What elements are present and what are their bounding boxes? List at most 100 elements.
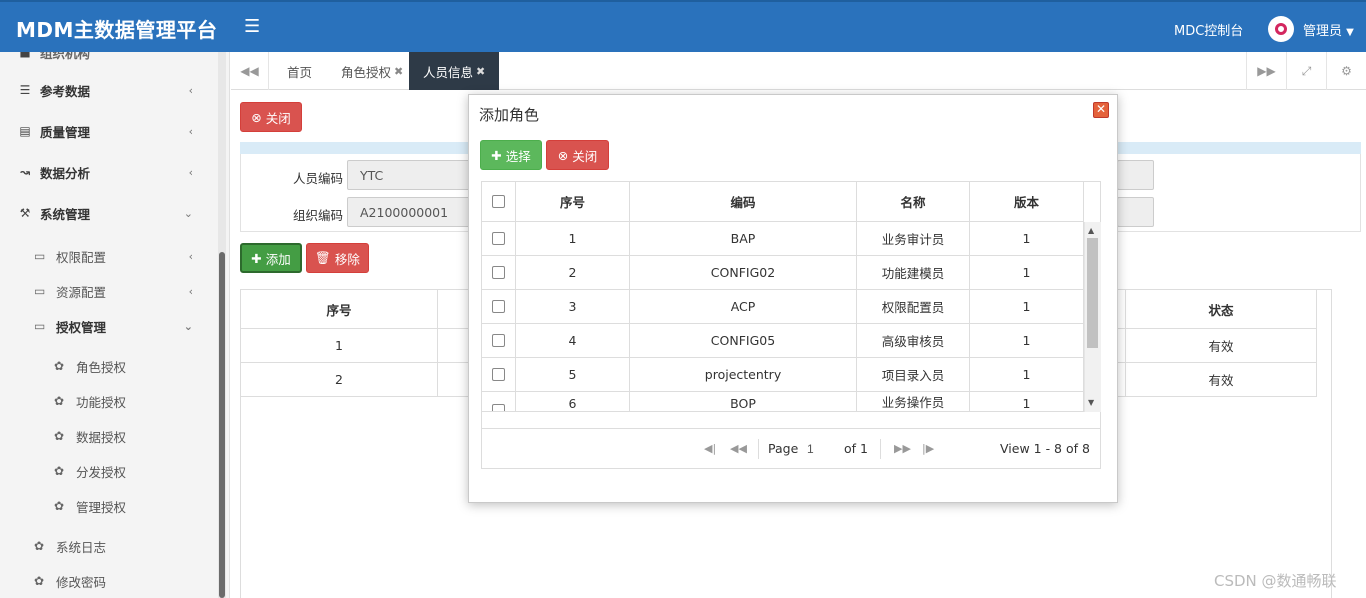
table-row-version[interactable]: 1 — [970, 358, 1084, 392]
row-checkbox[interactable] — [492, 404, 505, 411]
table-row-code[interactable]: CONFIG02 — [630, 256, 857, 290]
row-checkbox[interactable] — [492, 334, 505, 347]
table-row-seq[interactable]: 6 — [516, 392, 630, 412]
select-button[interactable]: ✚ 选择 — [480, 140, 542, 170]
row-checkbox-cell[interactable] — [482, 324, 516, 358]
console-link[interactable]: MDC控制台 — [1174, 20, 1243, 39]
table-row-seq[interactable]: 1 — [516, 222, 630, 256]
person-code-field[interactable]: YTC — [347, 160, 472, 190]
select-all-cell[interactable] — [482, 182, 516, 222]
table-row-name[interactable]: 功能建模员 — [857, 256, 970, 290]
sidebar-item-manage-auth[interactable]: ✿ 管理授权 — [0, 489, 215, 523]
table-row-name[interactable]: 业务操作员 — [857, 392, 970, 412]
scroll-up-icon[interactable]: ▲ — [1088, 226, 1094, 235]
form-field-right-2[interactable] — [1117, 197, 1154, 227]
dialog-close-button[interactable]: ⊗ 关闭 — [546, 140, 609, 170]
table-row-seq[interactable]: 4 — [516, 324, 630, 358]
page-number-input[interactable] — [804, 439, 840, 459]
table-row-name[interactable]: 高级审核员 — [857, 324, 970, 358]
tab-label: 首页 — [287, 64, 313, 80]
gear-icon[interactable]: ⚙ — [1326, 52, 1366, 90]
table-row-code[interactable]: projectentry — [630, 358, 857, 392]
header-name: 名称 — [857, 182, 970, 222]
table-row-version[interactable]: 1 — [970, 222, 1084, 256]
sidebar-item-reference[interactable]: ☰ 参考数据 ‹ — [0, 70, 215, 110]
role-grid-scroll-thumb[interactable] — [1087, 238, 1098, 348]
table-row-version[interactable]: 1 — [970, 324, 1084, 358]
user-menu[interactable]: 管理员 ▼ — [1303, 20, 1354, 39]
sidebar-item-function-auth[interactable]: ✿ 功能授权 — [0, 384, 215, 418]
table-row-seq[interactable]: 2 — [516, 256, 630, 290]
tab-scroll-right-icon[interactable]: ▶▶ — [1246, 52, 1286, 90]
add-button[interactable]: ✚ 添加 — [240, 243, 302, 273]
sidebar-item-quality[interactable]: ▤ 质量管理 ‹ — [0, 111, 215, 151]
first-page-icon[interactable]: ◀| — [704, 442, 716, 455]
table-row-seq[interactable]: 1 — [241, 329, 438, 363]
table-row-seq[interactable]: 2 — [241, 363, 438, 397]
table-row-version[interactable]: 1 — [970, 256, 1084, 290]
table-row-status[interactable]: 有效 — [1126, 329, 1317, 363]
sidebar-item-resource-config[interactable]: ▭ 资源配置 ‹ — [0, 274, 215, 308]
table-row-name[interactable]: 权限配置员 — [857, 290, 970, 324]
table-row-name[interactable]: 业务审计员 — [857, 222, 970, 256]
row-checkbox-cell[interactable] — [482, 222, 516, 256]
leaf-icon: ✿ — [54, 359, 65, 373]
sidebar-scroll-thumb[interactable] — [219, 252, 225, 598]
row-checkbox-cell[interactable] — [482, 392, 516, 412]
tab-role-auth[interactable]: 角色授权 ✖ — [327, 52, 417, 90]
org-code-field[interactable]: A2100000001 — [347, 197, 472, 227]
row-checkbox-cell[interactable] — [482, 290, 516, 324]
row-checkbox[interactable] — [492, 232, 505, 245]
add-role-dialog: 添加角色 ✕ ✚ 选择 ⊗ 关闭 序号 编码 名称 版本 1 BAP 业务审计员 1… — [468, 94, 1118, 503]
next-page-icon[interactable]: ▶▶ — [894, 442, 911, 455]
table-row-code[interactable]: BOP — [630, 392, 857, 412]
chevron-down-icon: ⌄ — [183, 319, 193, 333]
list-icon: ☰ — [19, 83, 31, 97]
close-button-label: 关闭 — [265, 110, 291, 126]
row-checkbox[interactable] — [492, 266, 505, 279]
close-button[interactable]: ⊗ 关闭 — [240, 102, 302, 132]
sidebar-item-analysis[interactable]: ↝ 数据分析 ‹ — [0, 152, 215, 192]
table-row-seq[interactable]: 3 — [516, 290, 630, 324]
folder-open-icon: ▭ — [34, 319, 46, 333]
table-row-version[interactable]: 1 — [970, 392, 1084, 412]
last-page-icon[interactable]: |▶ — [922, 442, 934, 455]
tab-scroll-left-icon[interactable]: ◀◀ — [231, 52, 269, 90]
tab-home[interactable]: 首页 — [273, 52, 326, 90]
menu-toggle-icon[interactable]: ☰ — [244, 16, 260, 37]
table-row-code[interactable]: ACP — [630, 290, 857, 324]
sidebar-item-role-auth[interactable]: ✿ 角色授权 — [0, 349, 215, 383]
plus-icon: ✚ — [251, 250, 262, 266]
form-field-right-1[interactable] — [1117, 160, 1154, 190]
remove-button[interactable]: 🗑 移除 — [306, 243, 369, 273]
table-row-code[interactable]: CONFIG05 — [630, 324, 857, 358]
sidebar-item-org[interactable]: ■ 组织机构 — [0, 52, 215, 72]
sidebar-item-system[interactable]: ⚒ 系统管理 ⌄ — [0, 193, 215, 233]
close-icon[interactable]: ✖ — [476, 65, 485, 78]
sidebar-item-auth-manage[interactable]: ▭ 授权管理 ⌄ — [0, 309, 215, 343]
avatar[interactable] — [1268, 16, 1294, 42]
table-row-seq[interactable]: 5 — [516, 358, 630, 392]
scroll-down-icon[interactable]: ▼ — [1088, 398, 1094, 407]
row-checkbox-cell[interactable] — [482, 256, 516, 290]
close-icon[interactable]: ✖ — [394, 65, 403, 78]
table-row-status[interactable]: 有效 — [1126, 363, 1317, 397]
row-checkbox[interactable] — [492, 300, 505, 313]
dialog-close-icon[interactable]: ✕ — [1093, 102, 1109, 118]
table-row-code[interactable]: BAP — [630, 222, 857, 256]
sidebar-item-permission-config[interactable]: ▭ 权限配置 ‹ — [0, 239, 215, 273]
row-checkbox[interactable] — [492, 368, 505, 381]
sidebar-item-data-auth[interactable]: ✿ 数据授权 — [0, 419, 215, 453]
sidebar-item-change-password[interactable]: ✿ 修改密码 — [0, 564, 215, 598]
sidebar-item-system-log[interactable]: ✿ 系统日志 — [0, 529, 215, 563]
tab-person-info[interactable]: 人员信息 ✖ — [409, 52, 500, 90]
table-row-name[interactable]: 项目录入员 — [857, 358, 970, 392]
select-all-checkbox[interactable] — [492, 195, 505, 208]
fullscreen-icon[interactable]: ⤢ — [1286, 52, 1326, 90]
prev-page-icon[interactable]: ◀◀ — [730, 442, 747, 455]
sidebar-item-label: 质量管理 — [40, 124, 91, 140]
row-checkbox-cell[interactable] — [482, 358, 516, 392]
chevron-down-icon: ⌄ — [183, 206, 193, 220]
table-row-version[interactable]: 1 — [970, 290, 1084, 324]
sidebar-item-dist-auth[interactable]: ✿ 分发授权 — [0, 454, 215, 488]
